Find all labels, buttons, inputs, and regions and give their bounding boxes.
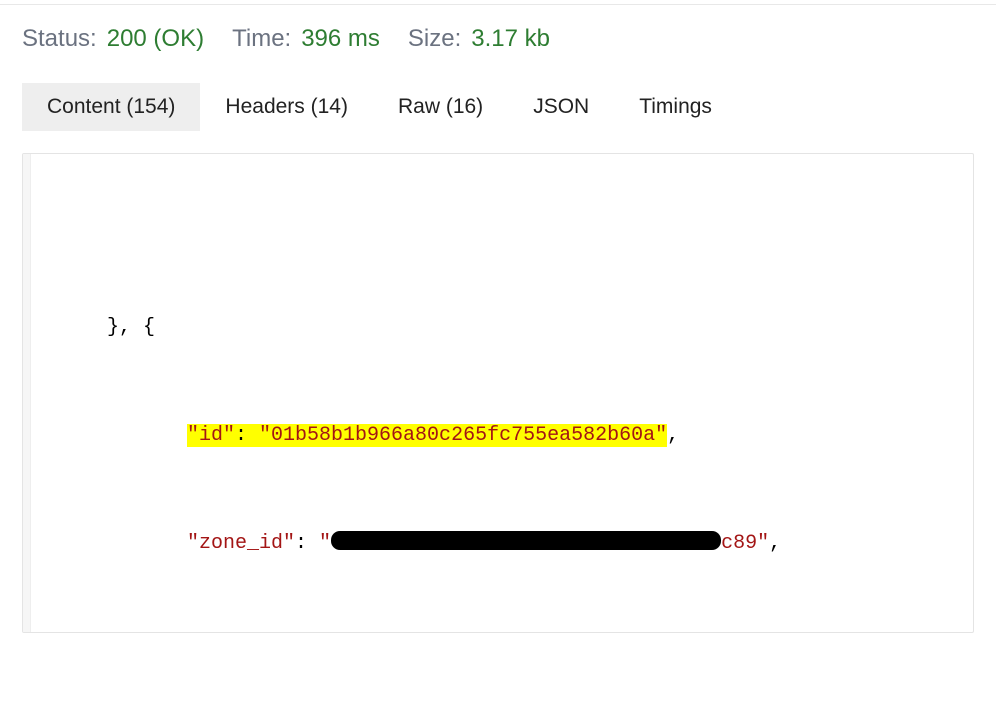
tab-raw[interactable]: Raw (16) xyxy=(373,83,508,131)
redacted-zone-id xyxy=(331,531,721,550)
response-body-panel[interactable]: ─── ── ──────────────────────── }, { "id… xyxy=(22,153,974,633)
response-status-bar: Status: 200 (OK) Time: 396 ms Size: 3.17… xyxy=(0,5,996,71)
size-value: 3.17 kb xyxy=(471,25,550,53)
time-label: Time: xyxy=(232,25,291,53)
status-value: 200 (OK) xyxy=(107,25,204,53)
json-line-id: "id": "01b58b1b966a80c265fc755ea582b60a"… xyxy=(67,418,959,454)
response-tabs: Content (154) Headers (14) Raw (16) JSON… xyxy=(0,71,996,131)
tab-json[interactable]: JSON xyxy=(508,83,614,131)
json-content: ─── ── ──────────────────────── }, { "id… xyxy=(23,154,973,633)
tab-headers[interactable]: Headers (14) xyxy=(200,83,373,131)
size-label: Size: xyxy=(408,25,461,53)
time-item: Time: 396 ms xyxy=(232,25,380,53)
truncated-line: ─── ── ──────────────────────── xyxy=(67,226,959,238)
status-label: Status: xyxy=(22,25,97,53)
tab-timings[interactable]: Timings xyxy=(614,83,737,131)
json-line-zone-id: "zone_id": "c89", xyxy=(67,526,959,562)
size-item: Size: 3.17 kb xyxy=(408,25,550,53)
json-line-brace: }, { xyxy=(67,310,959,346)
code-gutter xyxy=(23,154,31,632)
time-value: 396 ms xyxy=(301,25,380,53)
status-item: Status: 200 (OK) xyxy=(22,25,204,53)
tab-content[interactable]: Content (154) xyxy=(22,83,200,131)
